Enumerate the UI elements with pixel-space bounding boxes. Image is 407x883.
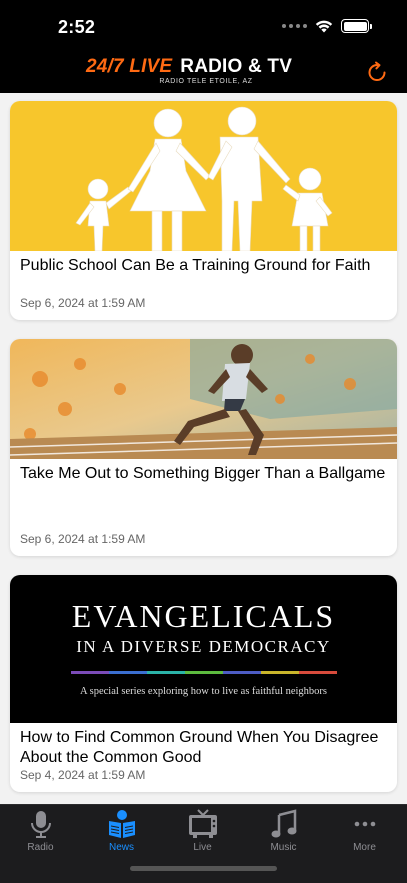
article-date: Sep 6, 2024 at 1:59 AM [20, 296, 146, 310]
article-title: Take Me Out to Something Bigger Than a B… [20, 465, 386, 482]
status-time: 2:52 [58, 17, 96, 37]
tv-icon [188, 809, 217, 838]
rainbow-divider [70, 671, 337, 674]
article-date: Sep 4, 2024 at 1:59 AM [20, 768, 146, 782]
more-dots-icon [354, 821, 375, 827]
logo-subtitle: RADIO TELE ETOILE, AZ [159, 78, 253, 85]
image-caption: A special series exploring how to live a… [80, 686, 327, 697]
tab-label: News [108, 842, 134, 853]
home-indicator [130, 866, 277, 871]
tab-label: Music [270, 842, 297, 853]
article-image [10, 339, 397, 459]
tab-music[interactable]: Music [243, 809, 324, 859]
microphone-icon [30, 811, 51, 838]
tab-live[interactable]: Live [162, 809, 243, 859]
article-image: EVANGELICALS IN A DIVERSE DEMOCRACY A sp… [10, 575, 397, 723]
news-feed[interactable]: Public School Can Be a Training Ground f… [0, 93, 407, 804]
battery-icon [341, 19, 372, 33]
refresh-icon[interactable] [365, 60, 389, 84]
signal-icon [282, 24, 307, 28]
status-icons [282, 19, 372, 33]
article-title: How to Find Common Ground When You Disag… [20, 729, 379, 766]
article-title: Public School Can Be a Training Ground f… [20, 257, 371, 274]
music-note-icon [271, 809, 296, 838]
news-card[interactable]: EVANGELICALS IN A DIVERSE DEMOCRACY A sp… [10, 575, 397, 792]
image-heading: EVANGELICALS [71, 598, 336, 634]
tab-radio[interactable]: Radio [0, 809, 81, 859]
tab-label: Live [193, 842, 212, 853]
newspaper-icon [108, 810, 135, 838]
logo-live-text: 24/7 LIVE [86, 56, 173, 77]
tab-news[interactable]: News [81, 809, 162, 859]
tab-more[interactable]: More [324, 809, 405, 859]
tab-bar: Radio News Live Music More [0, 804, 407, 883]
wifi-icon [315, 20, 333, 33]
status-bar: 2:52 [0, 0, 407, 50]
tab-label: More [353, 842, 376, 853]
tab-label: Radio [27, 842, 54, 853]
news-card[interactable]: Public School Can Be a Training Ground f… [10, 101, 397, 320]
app-header: 24/7 LIVE RADIO & TV RADIO TELE ETOILE, A… [0, 50, 407, 92]
logo-radio-text: RADIO & TV [180, 56, 293, 77]
app-logo: 24/7 LIVE RADIO & TV RADIO TELE ETOILE, A… [86, 56, 292, 91]
app-screen: 2:52 24/7 LIVE RADIO & TV RADIO TELE ETOI… [0, 0, 407, 883]
article-date: Sep 6, 2024 at 1:59 AM [20, 532, 146, 546]
news-card[interactable]: Take Me Out to Something Bigger Than a B… [10, 339, 397, 556]
article-image [10, 101, 397, 251]
image-subheading: IN A DIVERSE DEMOCRACY [76, 637, 331, 656]
